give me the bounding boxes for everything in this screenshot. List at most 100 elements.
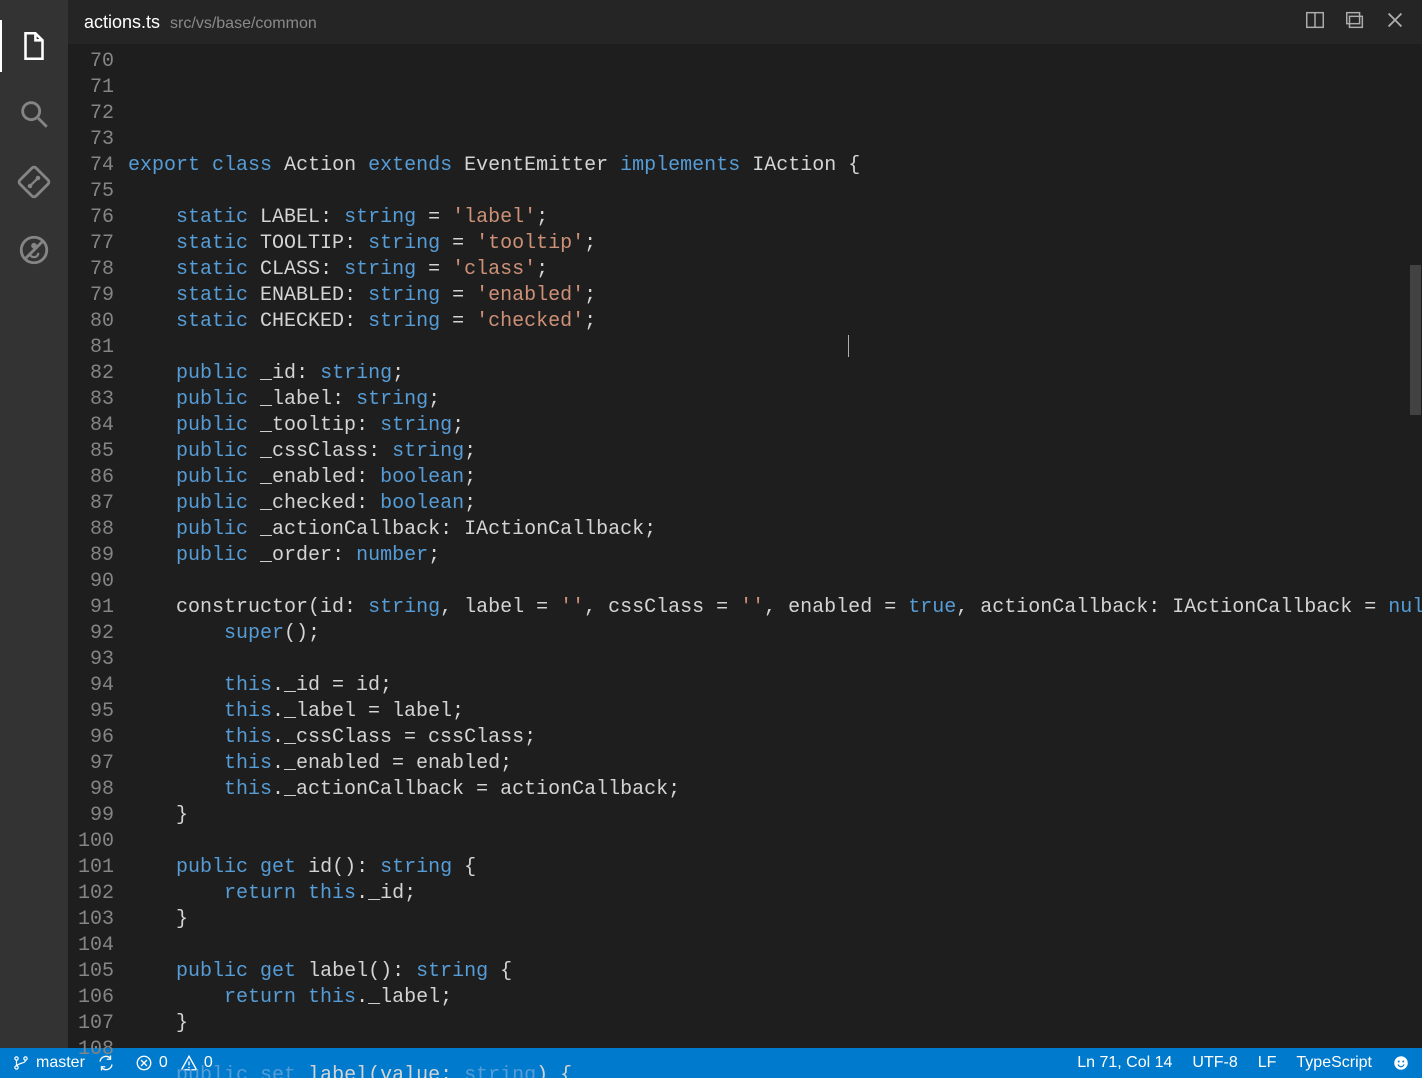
code-line[interactable]: this._label = label;: [128, 699, 1408, 725]
code-line[interactable]: [128, 829, 1408, 855]
code-line[interactable]: public get id(): string {: [128, 855, 1408, 881]
code-line[interactable]: constructor(id: string, label = '', cssC…: [128, 595, 1408, 621]
debug-icon: [17, 233, 51, 267]
line-number: 82: [68, 361, 114, 387]
line-number: 96: [68, 725, 114, 751]
line-number: 70: [68, 49, 114, 75]
code-line[interactable]: public set label(value: string) {: [128, 1063, 1408, 1078]
tab-filename: actions.ts: [84, 12, 160, 33]
activity-search[interactable]: [0, 80, 68, 148]
line-number: 81: [68, 335, 114, 361]
split-editor-icon: [1304, 9, 1326, 31]
line-number: 80: [68, 309, 114, 335]
line-number: 104: [68, 933, 114, 959]
line-number: 94: [68, 673, 114, 699]
code-line[interactable]: [128, 569, 1408, 595]
code-line[interactable]: [128, 933, 1408, 959]
code-line[interactable]: static ENABLED: string = 'enabled';: [128, 283, 1408, 309]
code-line[interactable]: static CLASS: string = 'class';: [128, 257, 1408, 283]
activity-scm[interactable]: [0, 148, 68, 216]
git-icon: [17, 165, 51, 199]
line-number: 98: [68, 777, 114, 803]
code-line[interactable]: public _enabled: boolean;: [128, 465, 1408, 491]
code-line[interactable]: [128, 647, 1408, 673]
stacked-editors-icon: [1344, 9, 1366, 31]
line-number: 99: [68, 803, 114, 829]
code-line[interactable]: }: [128, 1011, 1408, 1037]
vertical-scrollbar[interactable]: [1408, 45, 1422, 1048]
line-number: 100: [68, 829, 114, 855]
line-number: 84: [68, 413, 114, 439]
search-icon: [17, 97, 51, 131]
activity-debug[interactable]: [0, 216, 68, 284]
code-line[interactable]: public _checked: boolean;: [128, 491, 1408, 517]
line-number: 72: [68, 101, 114, 127]
code-line[interactable]: [128, 127, 1408, 153]
line-number: 91: [68, 595, 114, 621]
code-line[interactable]: this._enabled = enabled;: [128, 751, 1408, 777]
tab-bar: actions.ts src/vs/base/common: [68, 0, 1422, 45]
code-line[interactable]: public _label: string;: [128, 387, 1408, 413]
app-root: actions.ts src/vs/base/common 70717: [0, 0, 1422, 1078]
close-icon: [1384, 9, 1406, 31]
line-number: 83: [68, 387, 114, 413]
show-open-editors-button[interactable]: [1344, 9, 1366, 36]
code-line[interactable]: public _tooltip: string;: [128, 413, 1408, 439]
tab-actions: [1304, 9, 1406, 36]
line-number: 77: [68, 231, 114, 257]
line-number: 108: [68, 1037, 114, 1063]
line-number: 75: [68, 179, 114, 205]
open-tab[interactable]: actions.ts src/vs/base/common: [84, 12, 317, 33]
line-number: 97: [68, 751, 114, 777]
activity-explorer[interactable]: [0, 12, 68, 80]
code-line[interactable]: static LABEL: string = 'label';: [128, 205, 1408, 231]
line-number: 74: [68, 153, 114, 179]
line-number: 86: [68, 465, 114, 491]
code-line[interactable]: public _order: number;: [128, 543, 1408, 569]
split-editor-button[interactable]: [1304, 9, 1326, 36]
line-number: 105: [68, 959, 114, 985]
line-number: 85: [68, 439, 114, 465]
code-line[interactable]: [128, 335, 1408, 361]
editor-column: actions.ts src/vs/base/common 70717: [68, 0, 1422, 1048]
code-line[interactable]: public _id: string;: [128, 361, 1408, 387]
line-number: 79: [68, 283, 114, 309]
line-number: 73: [68, 127, 114, 153]
code-line[interactable]: return this._label;: [128, 985, 1408, 1011]
code-line[interactable]: this._actionCallback = actionCallback;: [128, 777, 1408, 803]
code-line[interactable]: export class Action extends EventEmitter…: [128, 153, 1408, 179]
branch-icon: [12, 1054, 30, 1072]
files-icon: [17, 29, 51, 63]
code-area[interactable]: export class Action extends EventEmitter…: [128, 45, 1408, 1048]
code-line[interactable]: this._cssClass = cssClass;: [128, 725, 1408, 751]
scrollbar-thumb[interactable]: [1410, 265, 1421, 415]
code-line[interactable]: }: [128, 803, 1408, 829]
code-line[interactable]: super();: [128, 621, 1408, 647]
code-line[interactable]: this._id = id;: [128, 673, 1408, 699]
line-number: 102: [68, 881, 114, 907]
line-number: 87: [68, 491, 114, 517]
main-row: actions.ts src/vs/base/common 70717: [0, 0, 1422, 1048]
code-line[interactable]: static CHECKED: string = 'checked';: [128, 309, 1408, 335]
line-number: 78: [68, 257, 114, 283]
code-line[interactable]: public _actionCallback: IActionCallback;: [128, 517, 1408, 543]
line-number: 95: [68, 699, 114, 725]
code-line[interactable]: return this._id;: [128, 881, 1408, 907]
line-number: 93: [68, 647, 114, 673]
code-line[interactable]: }: [128, 907, 1408, 933]
close-editor-button[interactable]: [1384, 9, 1406, 36]
code-line[interactable]: public get label(): string {: [128, 959, 1408, 985]
line-number: 107: [68, 1011, 114, 1037]
line-number: 71: [68, 75, 114, 101]
line-number-gutter: 7071727374757677787980818283848586878889…: [68, 45, 128, 1048]
code-line[interactable]: public _cssClass: string;: [128, 439, 1408, 465]
line-number: 76: [68, 205, 114, 231]
code-line[interactable]: [128, 1037, 1408, 1063]
text-caret: [848, 335, 849, 357]
code-line[interactable]: [128, 179, 1408, 205]
line-number: 90: [68, 569, 114, 595]
tab-path: src/vs/base/common: [170, 15, 317, 33]
code-line[interactable]: static TOOLTIP: string = 'tooltip';: [128, 231, 1408, 257]
editor-body[interactable]: 7071727374757677787980818283848586878889…: [68, 45, 1422, 1048]
line-number: 101: [68, 855, 114, 881]
